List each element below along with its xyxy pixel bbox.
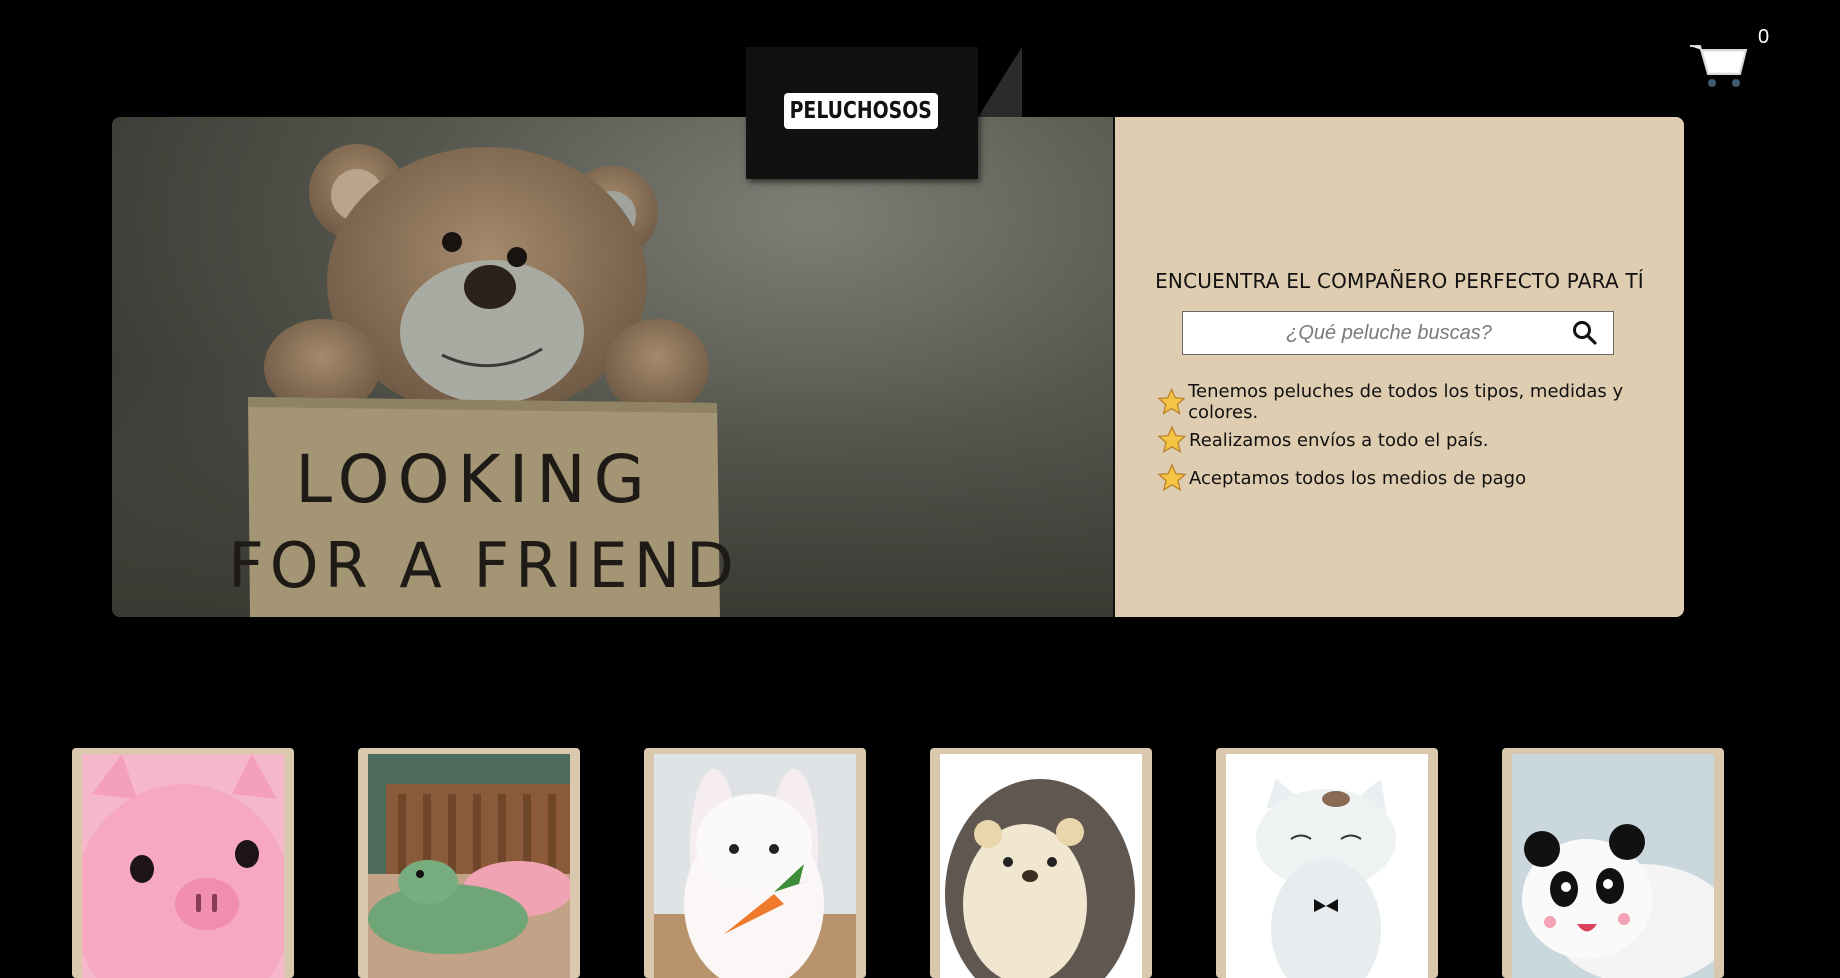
- product-image-panda: [1512, 754, 1714, 978]
- product-image-bunny: [654, 754, 856, 978]
- logo[interactable]: PELUCHOSOS: [784, 93, 938, 129]
- star-icon: [1157, 463, 1187, 492]
- product-card[interactable]: [358, 748, 580, 978]
- search-box: [1182, 311, 1614, 355]
- search-button[interactable]: [1557, 312, 1613, 354]
- feature-text: Realizamos envíos a todo el país.: [1189, 429, 1489, 451]
- logo-tab-fold: [978, 47, 1022, 117]
- product-image-crocodile: [368, 754, 570, 978]
- feature-list: Tenemos peluches de todos los tipos, med…: [1157, 381, 1684, 497]
- feature-item: Realizamos envíos a todo el país.: [1157, 421, 1684, 459]
- logo-text: PELUCHOSOS: [789, 98, 933, 124]
- cart-count: 0: [1758, 26, 1770, 48]
- pig-plush-illustration: [82, 754, 284, 978]
- product-card[interactable]: [1502, 748, 1724, 978]
- sign-text-line2: FOR A FRIEND: [228, 529, 740, 602]
- feature-text: Tenemos peluches de todos los tipos, med…: [1188, 381, 1624, 423]
- search-icon: [1573, 321, 1597, 345]
- hero-banner: LOOKING FOR A FRIEND ENCUENTRA EL COMPAÑ…: [112, 117, 1684, 617]
- product-image-hedgehog: [940, 754, 1142, 978]
- hero-teddy-image: LOOKING FOR A FRIEND: [112, 117, 1115, 617]
- feature-item: Tenemos peluches de todos los tipos, med…: [1157, 381, 1684, 423]
- teddy-bear-illustration: LOOKING FOR A FRIEND: [112, 144, 1113, 617]
- product-card[interactable]: [72, 748, 294, 978]
- crocodile-plush-illustration: [368, 754, 570, 978]
- hedgehog-plush-illustration: [940, 754, 1142, 978]
- feature-item: Aceptamos todos los medios de pago: [1157, 459, 1684, 497]
- feature-text: Aceptamos todos los medios de pago: [1189, 467, 1527, 489]
- product-card[interactable]: [930, 748, 1152, 978]
- hero-title: ENCUENTRA EL COMPAÑERO PERFECTO PARA TÍ: [1155, 269, 1644, 293]
- cart-button[interactable]: [1688, 36, 1752, 96]
- cat-plush-illustration: [1226, 754, 1428, 978]
- bunny-plush-illustration: [654, 754, 856, 978]
- logo-tab[interactable]: PELUCHOSOS: [746, 47, 978, 179]
- sign-text-line1: LOOKING: [295, 441, 653, 518]
- product-card[interactable]: [644, 748, 866, 978]
- star-icon: [1157, 387, 1186, 415]
- panda-plush-illustration: [1512, 754, 1714, 978]
- product-image-pig: [82, 754, 284, 978]
- hero-info-panel: ENCUENTRA EL COMPAÑERO PERFECTO PARA TÍ …: [1115, 117, 1684, 617]
- product-card[interactable]: [1216, 748, 1438, 978]
- product-image-cat: [1226, 754, 1428, 978]
- star-icon: [1157, 425, 1187, 454]
- search-input[interactable]: [1183, 311, 1557, 355]
- cart-icon: [1690, 45, 1748, 87]
